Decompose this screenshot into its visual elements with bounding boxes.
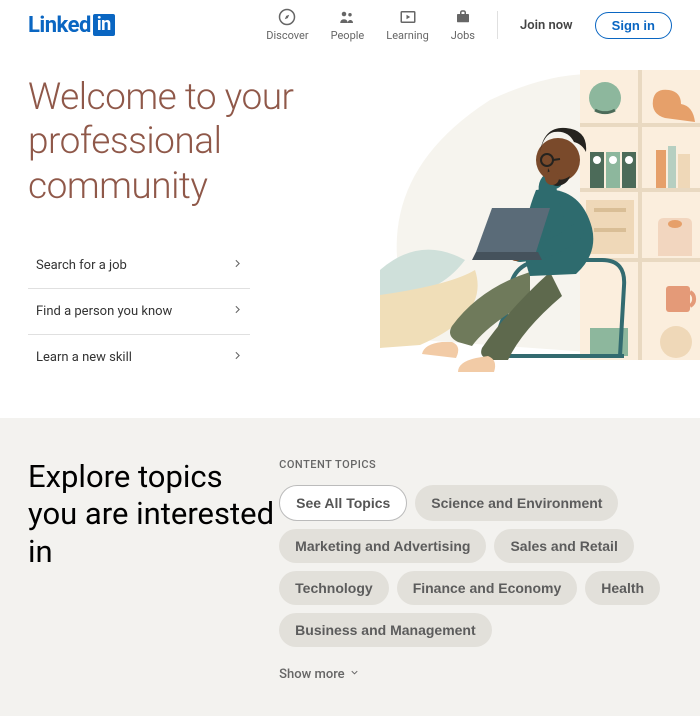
- nav-jobs[interactable]: Jobs: [451, 8, 475, 42]
- topics-label: CONTENT TOPICS: [279, 458, 672, 471]
- nav-learning[interactable]: Learning: [386, 8, 428, 42]
- topics-section: Explore topics you are interested in CON…: [0, 418, 700, 716]
- chevron-right-icon: [231, 257, 244, 274]
- pill-sales[interactable]: Sales and Retail: [494, 529, 633, 563]
- nav-divider: [497, 11, 498, 39]
- nav-label: Discover: [266, 29, 308, 42]
- nav-label: Jobs: [451, 29, 475, 42]
- chevron-right-icon: [231, 349, 244, 366]
- hero-section: Welcome to your professional community S…: [0, 50, 700, 418]
- hero-links: Search for a job Find a person you know …: [28, 243, 391, 380]
- compass-icon: [278, 8, 296, 29]
- people-icon: [338, 8, 356, 29]
- pill-see-all[interactable]: See All Topics: [279, 485, 407, 521]
- briefcase-icon: [454, 8, 472, 29]
- join-now-link[interactable]: Join now: [520, 18, 573, 33]
- nav-discover[interactable]: Discover: [266, 8, 308, 42]
- hero-illustration: [380, 60, 700, 390]
- chevron-right-icon: [231, 303, 244, 320]
- show-more-button[interactable]: Show more: [279, 667, 360, 682]
- linkedin-logo[interactable]: Linked in: [28, 13, 115, 38]
- nav-label: Learning: [386, 29, 428, 42]
- pill-technology[interactable]: Technology: [279, 571, 389, 605]
- topic-pills: See All Topics Science and Environment M…: [279, 485, 672, 647]
- logo-text: Linked: [28, 13, 91, 38]
- top-nav: Discover People Learning Jobs Join now S…: [266, 8, 672, 42]
- chevron-down-icon: [349, 667, 360, 682]
- pill-business[interactable]: Business and Management: [279, 613, 492, 647]
- pill-health[interactable]: Health: [585, 571, 660, 605]
- nav-people[interactable]: People: [331, 8, 365, 42]
- hero-link-learn-skill[interactable]: Learn a new skill: [28, 335, 250, 380]
- pill-finance[interactable]: Finance and Economy: [397, 571, 578, 605]
- hero-link-search-job[interactable]: Search for a job: [28, 243, 250, 289]
- pill-marketing[interactable]: Marketing and Advertising: [279, 529, 486, 563]
- topics-heading: Explore topics you are interested in: [28, 458, 279, 570]
- hero-link-label: Find a person you know: [36, 304, 172, 319]
- logo-badge: in: [93, 14, 115, 36]
- hero-link-find-person[interactable]: Find a person you know: [28, 289, 250, 335]
- pill-science[interactable]: Science and Environment: [415, 485, 618, 521]
- shoe: [458, 356, 495, 372]
- hero-link-label: Search for a job: [36, 258, 127, 273]
- top-header: Linked in Discover People Learning Jobs: [0, 0, 700, 50]
- globe-icon: [589, 82, 621, 114]
- hero-title: Welcome to your professional community: [28, 76, 391, 209]
- shoe: [422, 342, 458, 358]
- nav-label: People: [331, 29, 365, 42]
- mug-icon: [666, 286, 690, 312]
- show-more-label: Show more: [279, 667, 345, 682]
- learning-icon: [399, 8, 417, 29]
- hero-link-label: Learn a new skill: [36, 350, 132, 365]
- sign-in-button[interactable]: Sign in: [595, 12, 672, 39]
